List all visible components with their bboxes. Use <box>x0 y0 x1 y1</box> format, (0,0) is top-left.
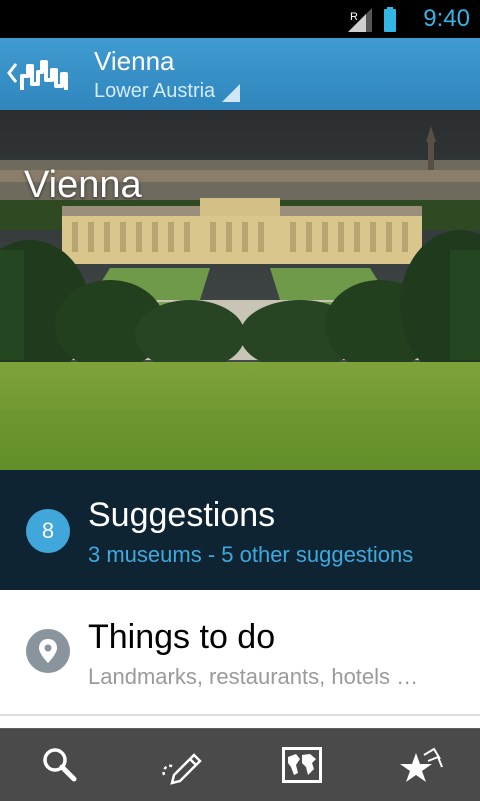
location-subtitle[interactable]: Lower Austria <box>94 80 215 103</box>
hero-title: Vienna <box>24 164 142 206</box>
suggestions-title: Suggestions <box>88 496 276 534</box>
battery-icon <box>384 9 396 32</box>
nav-favorites-button[interactable] <box>360 729 480 801</box>
location-pin-icon <box>39 639 57 663</box>
search-icon <box>43 748 77 782</box>
status-icons: R <box>348 7 408 33</box>
signal-icon: R <box>348 7 396 32</box>
action-bar: Vienna Lower Austria <box>0 38 480 112</box>
city-skyline-logo-icon[interactable] <box>20 58 70 94</box>
suggestions-count-badge: 8 <box>26 509 70 553</box>
stars-icon <box>400 747 443 782</box>
edit-pencil-icon <box>162 753 202 785</box>
suggestions-row[interactable]: 8 Suggestions 3 museums - 5 other sugges… <box>0 470 480 590</box>
bottom-nav <box>0 728 480 801</box>
status-bar: R 9:40 <box>0 0 480 38</box>
dropdown-corner-icon[interactable] <box>222 84 240 102</box>
world-map-icon <box>282 747 322 783</box>
things-to-do-title: Things to do <box>88 618 276 656</box>
nav-edit-button[interactable] <box>120 729 240 801</box>
nav-search-button[interactable] <box>0 729 120 801</box>
nav-map-button[interactable] <box>240 729 360 801</box>
hero-image[interactable]: Vienna <box>0 110 480 470</box>
things-to-do-row[interactable]: Things to do Landmarks, restaurants, hot… <box>0 590 480 716</box>
roaming-indicator: R <box>350 11 358 23</box>
location-pin-badge <box>26 629 70 673</box>
things-to-do-subtitle: Landmarks, restaurants, hotels … <box>88 664 419 689</box>
suggestions-subtitle: 3 museums - 5 other suggestions <box>88 542 414 567</box>
status-time: 9:40 <box>423 5 470 32</box>
location-title[interactable]: Vienna <box>94 46 175 77</box>
back-chevron-icon[interactable] <box>6 62 18 84</box>
